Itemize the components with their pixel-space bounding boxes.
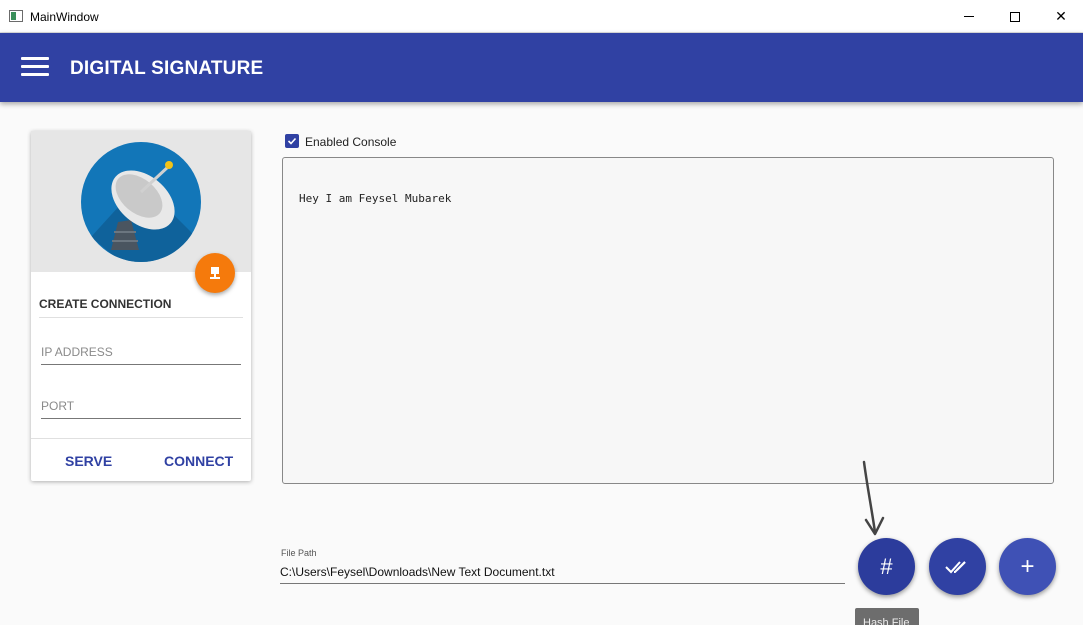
minimize-button[interactable] bbox=[946, 0, 992, 33]
check-icon bbox=[287, 137, 297, 145]
connect-button[interactable]: CONNECT bbox=[164, 453, 233, 469]
window-title: MainWindow bbox=[30, 10, 99, 24]
hash-file-button[interactable]: # bbox=[858, 538, 915, 595]
network-fab-button[interactable] bbox=[195, 253, 235, 293]
app-bar: DIGITAL SIGNATURE bbox=[0, 33, 1083, 102]
console-text: Hey I am Feysel Mubarek bbox=[299, 192, 452, 205]
card-heading: CREATE CONNECTION bbox=[39, 297, 172, 311]
divider bbox=[31, 438, 251, 439]
menu-icon[interactable] bbox=[21, 57, 49, 77]
file-path-field[interactable]: C:\Users\Feysel\Downloads\New Text Docum… bbox=[280, 565, 845, 584]
maximize-icon bbox=[1010, 11, 1020, 22]
network-icon bbox=[210, 267, 220, 279]
app-window-icon bbox=[9, 10, 23, 22]
arrow-annotation-icon bbox=[862, 460, 885, 536]
divider bbox=[39, 317, 243, 318]
hash-icon: # bbox=[880, 553, 893, 579]
window-titlebar: MainWindow ✕ bbox=[0, 0, 1083, 33]
serve-button[interactable]: SERVE bbox=[65, 453, 112, 469]
maximize-button[interactable] bbox=[992, 0, 1038, 33]
ip-address-input[interactable]: IP ADDRESS bbox=[41, 343, 241, 365]
hash-file-tooltip: Hash File bbox=[855, 608, 919, 625]
card-media bbox=[31, 131, 251, 272]
add-button[interactable]: + bbox=[999, 538, 1056, 595]
satellite-dish-icon bbox=[81, 142, 201, 262]
enabled-console-label[interactable]: Enabled Console bbox=[305, 135, 396, 149]
enabled-console-checkbox[interactable] bbox=[285, 134, 299, 148]
port-input[interactable]: PORT bbox=[41, 397, 241, 419]
verify-button[interactable] bbox=[929, 538, 986, 595]
close-icon: ✕ bbox=[1055, 8, 1067, 24]
file-path-label: File Path bbox=[281, 548, 317, 558]
double-check-icon bbox=[944, 560, 966, 573]
console-textarea[interactable]: Hey I am Feysel Mubarek bbox=[282, 157, 1054, 484]
close-button[interactable]: ✕ bbox=[1038, 0, 1083, 33]
port-placeholder: PORT bbox=[41, 399, 75, 413]
connection-card: CREATE CONNECTION IP ADDRESS PORT SERVE … bbox=[31, 131, 251, 481]
plus-icon: + bbox=[1020, 552, 1035, 580]
minimize-icon bbox=[964, 16, 974, 17]
app-title: DIGITAL SIGNATURE bbox=[70, 58, 264, 79]
ip-address-placeholder: IP ADDRESS bbox=[41, 345, 113, 359]
